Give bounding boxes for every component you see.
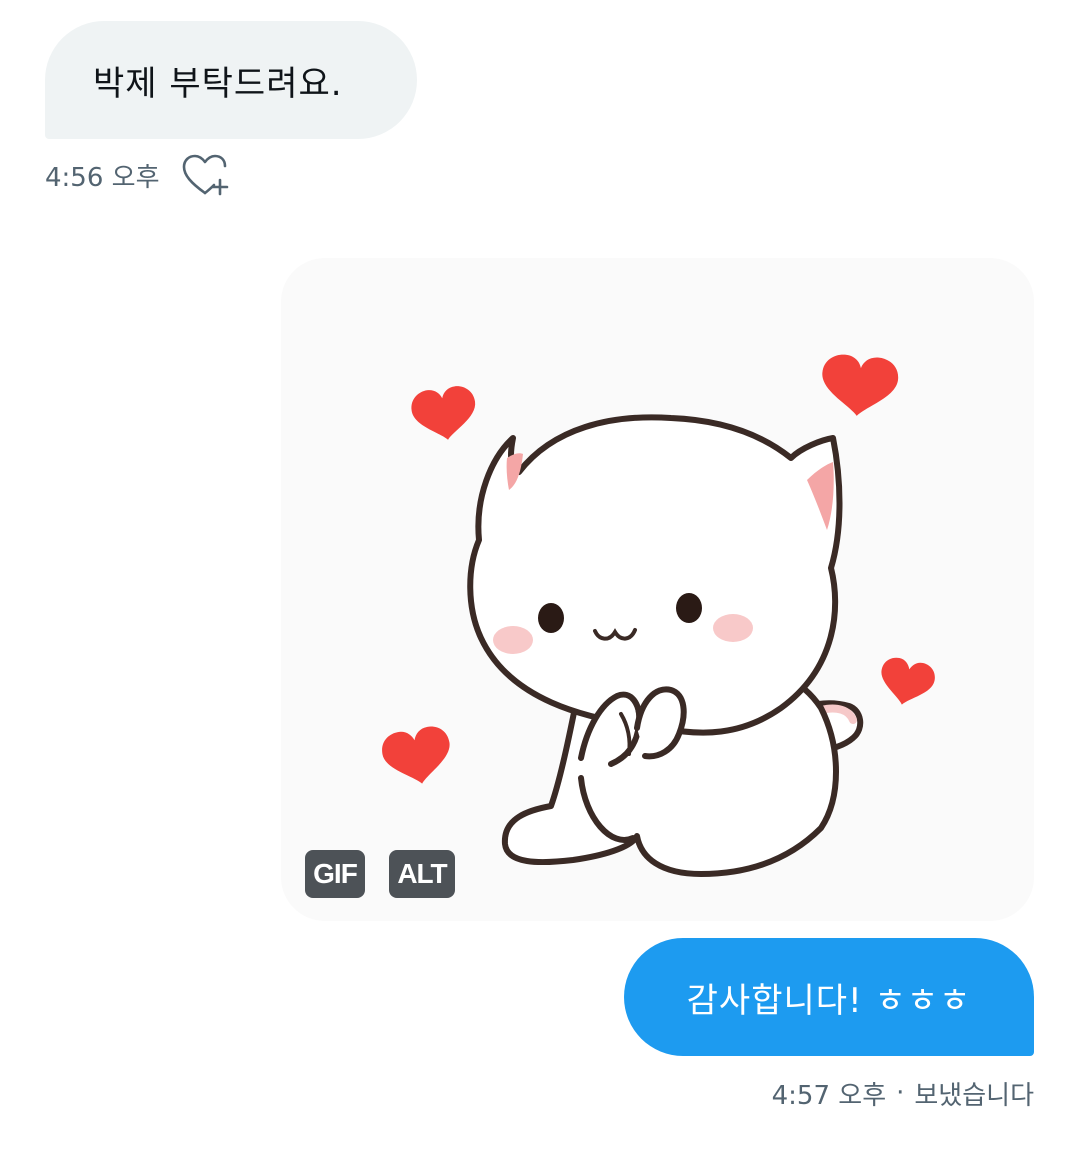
outgoing-message-text: 감사합니다! ㅎㅎㅎ bbox=[686, 980, 972, 1021]
outgoing-message-bubble[interactable]: 감사합니다! ㅎㅎㅎ bbox=[624, 938, 1034, 1056]
incoming-message-text: 박제 부탁드려요. bbox=[93, 63, 343, 104]
incoming-message-meta: 4:56 오후 bbox=[45, 152, 232, 198]
incoming-message-time: 4:56 오후 bbox=[45, 162, 160, 193]
heart-decoration bbox=[411, 386, 476, 440]
gif-badge: GIF bbox=[305, 850, 365, 898]
heart-plus-icon bbox=[182, 154, 228, 196]
outgoing-message-time: 4:57 오후 bbox=[771, 1080, 887, 1111]
incoming-message-bubble[interactable]: 박제 부탁드려요. bbox=[45, 21, 417, 139]
outgoing-message-meta: 4:57 오후 · 보냈습니다 bbox=[772, 1070, 1034, 1116]
gif-attachment[interactable]: GIF ALT bbox=[281, 258, 1034, 921]
alt-text-button[interactable]: ALT bbox=[389, 850, 455, 898]
meta-separator: · bbox=[896, 1078, 905, 1108]
heart-decoration bbox=[382, 726, 450, 784]
heart-decoration bbox=[881, 657, 935, 705]
add-reaction-button[interactable] bbox=[180, 152, 232, 198]
outgoing-message-status: 보냈습니다 bbox=[914, 1080, 1034, 1111]
cat-sticker-image bbox=[382, 354, 935, 877]
heart-decoration bbox=[822, 354, 899, 416]
